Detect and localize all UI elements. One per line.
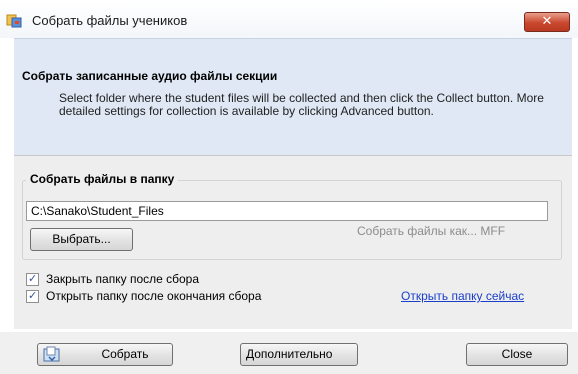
window-title: Собрать файлы учеников xyxy=(32,13,188,28)
folder-path-input[interactable] xyxy=(26,201,548,221)
header-description: Select folder where the student files wi… xyxy=(59,91,544,118)
collect-button-label: Собрать xyxy=(101,347,149,361)
checkmark-icon: ✓ xyxy=(28,272,38,285)
open-after-label: Открыть папку после окончания сбора xyxy=(46,289,262,303)
collect-as-label: Собрать файлы как... MFF xyxy=(357,224,506,238)
header-title: Собрать записанные аудио файлы секции xyxy=(22,69,278,83)
sanako-app-icon xyxy=(6,14,22,28)
title-bar: Собрать файлы учеников ✕ xyxy=(0,0,578,38)
close-after-checkbox[interactable]: ✓ xyxy=(26,272,39,286)
close-button[interactable]: Close xyxy=(466,343,568,366)
browse-button[interactable]: Выбрать... xyxy=(30,228,133,251)
open-folder-now-link[interactable]: Открыть папку сейчас xyxy=(401,289,524,303)
collect-files-dialog: Собрать файлы учеников ✕ Собрать записан… xyxy=(0,0,578,374)
collect-button[interactable]: Собрать xyxy=(37,343,173,366)
checkmark-icon: ✓ xyxy=(28,289,38,302)
folder-group-label: Собрать файлы в папку xyxy=(26,172,179,186)
collect-folder-icon xyxy=(43,346,60,362)
open-after-checkbox[interactable]: ✓ xyxy=(26,289,39,303)
close-after-label: Закрыть папку после сбора xyxy=(46,272,200,286)
window-close-button[interactable]: ✕ xyxy=(524,12,570,32)
advanced-button[interactable]: Дополнительно xyxy=(240,343,358,366)
close-icon: ✕ xyxy=(541,14,553,29)
